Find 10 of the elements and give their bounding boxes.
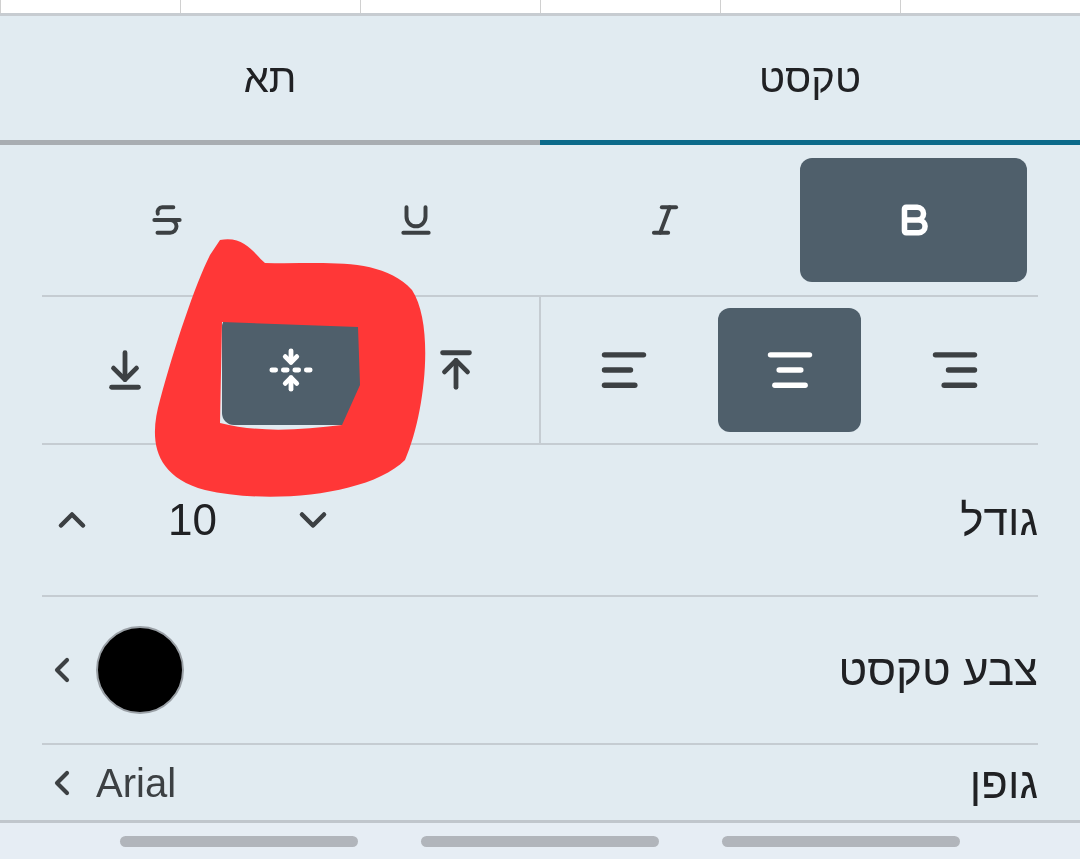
panel-tab[interactable]: טקסט	[540, 16, 1080, 145]
format-toggle-button[interactable]	[800, 158, 1027, 282]
panel-tab[interactable]: תא	[0, 16, 540, 145]
text-color-label: צבע טקסט	[838, 644, 1038, 696]
size-label: גודל	[960, 494, 1038, 546]
format-toggle-button[interactable]	[718, 308, 861, 432]
size-value: 10	[168, 494, 217, 546]
font-label: גופן	[969, 756, 1038, 809]
align-middle-icon	[267, 347, 314, 393]
font-button[interactable]: Arial	[42, 752, 177, 813]
